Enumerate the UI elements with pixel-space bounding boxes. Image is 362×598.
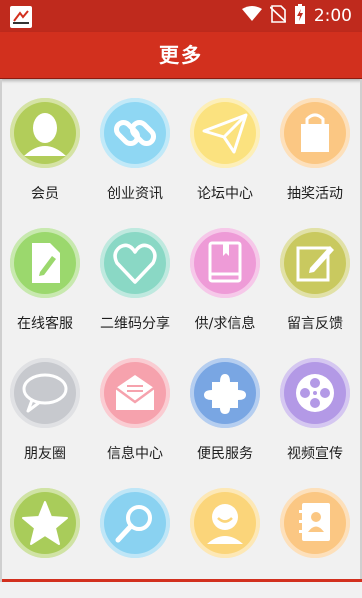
tile-video-promo[interactable]: 视频宣传 bbox=[270, 358, 360, 468]
envelope-icon bbox=[100, 358, 170, 428]
wifi-icon bbox=[241, 6, 262, 26]
user-icon bbox=[10, 98, 80, 168]
tile-label: 创业资讯 bbox=[107, 186, 163, 202]
app-notification-icon bbox=[10, 6, 32, 28]
tile-message-center[interactable]: 信息中心 bbox=[90, 358, 180, 468]
film-reel-icon bbox=[280, 358, 350, 428]
note-edit-icon bbox=[280, 228, 350, 298]
star-icon bbox=[10, 488, 80, 558]
tile-startup-news[interactable]: 创业资讯 bbox=[90, 98, 180, 208]
paper-plane-icon bbox=[190, 98, 260, 168]
tile-convenience-service[interactable]: 便民服务 bbox=[180, 358, 270, 468]
tile-feedback[interactable]: 留言反馈 bbox=[270, 228, 360, 338]
tile-label: 会员 bbox=[31, 186, 59, 202]
book-icon bbox=[190, 228, 260, 298]
document-edit-icon bbox=[10, 228, 80, 298]
tile-label: 论坛中心 bbox=[197, 186, 253, 202]
tile-label: 二维码分享 bbox=[100, 316, 170, 332]
tile-label: 朋友圈 bbox=[24, 446, 66, 462]
magnifier-icon bbox=[100, 488, 170, 558]
title-bar: 更多 bbox=[0, 32, 362, 79]
tile-qrcode-share[interactable]: 二维码分享 bbox=[90, 228, 180, 338]
tile-moments[interactable]: 朋友圈 bbox=[0, 358, 90, 468]
heart-icon bbox=[100, 228, 170, 298]
puzzle-icon bbox=[190, 358, 260, 428]
tile-member[interactable]: 会员 bbox=[0, 98, 90, 208]
contacts-book-icon bbox=[280, 488, 350, 558]
shopping-bag-icon bbox=[280, 98, 350, 168]
tile-label: 便民服务 bbox=[197, 446, 253, 462]
link-icon bbox=[100, 98, 170, 168]
menu-grid: 会员 创业资讯 论坛中心 抽奖活动 在线客服 二维码分享 供/求信息 留言反馈 … bbox=[0, 79, 362, 582]
status-bar: 2:00 bbox=[0, 0, 362, 32]
tile-label: 在线客服 bbox=[17, 316, 73, 332]
tile-supply-demand[interactable]: 供/求信息 bbox=[180, 228, 270, 338]
tile-online-service[interactable]: 在线客服 bbox=[0, 228, 90, 338]
battery-icon bbox=[294, 4, 306, 28]
page-title: 更多 bbox=[159, 43, 203, 67]
no-sim-icon bbox=[269, 5, 287, 27]
tile-lottery[interactable]: 抽奖活动 bbox=[270, 98, 360, 208]
tile-forum[interactable]: 论坛中心 bbox=[180, 98, 270, 208]
tile-label: 视频宣传 bbox=[287, 446, 343, 462]
tile-label: 留言反馈 bbox=[287, 316, 343, 332]
tile-label: 信息中心 bbox=[107, 446, 163, 462]
clock: 2:00 bbox=[313, 6, 352, 26]
tile-label: 供/求信息 bbox=[194, 316, 256, 332]
tile-label: 抽奖活动 bbox=[287, 186, 343, 202]
smiley-icon bbox=[190, 488, 260, 558]
speech-bubble-icon bbox=[10, 358, 80, 428]
